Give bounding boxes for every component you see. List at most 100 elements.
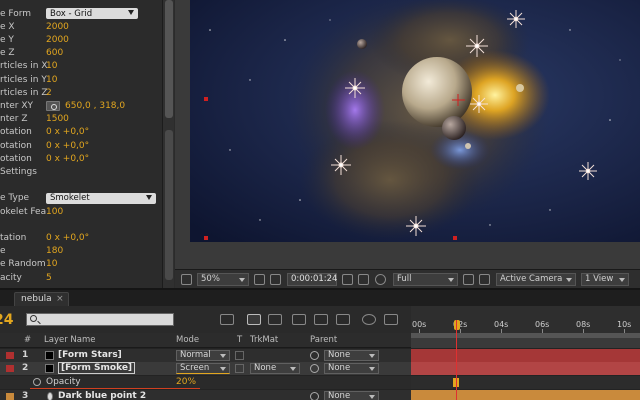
time-ruler[interactable]: 00s 02s 04s 06s 08s 10s — [411, 306, 640, 333]
effect-property-row: rticles in Z2 — [0, 86, 162, 99]
parent-value: None — [328, 391, 351, 400]
camera-select[interactable]: Active Camera — [496, 273, 576, 286]
timeline-layer-row[interactable]: 1 [Form Stars] Normal None — [0, 349, 411, 362]
close-icon[interactable]: × — [56, 293, 64, 306]
effect-property-value[interactable]: 100 — [46, 207, 63, 217]
mask-visibility-icon[interactable] — [270, 274, 281, 285]
transparency-grid-icon[interactable] — [479, 274, 490, 285]
timeline-layer-row[interactable]: 3 Dark blue point 2 None — [0, 390, 411, 400]
effect-property-label: tation — [0, 232, 27, 243]
blend-mode-value: Normal — [180, 350, 211, 360]
safe-zones-icon[interactable] — [254, 274, 265, 285]
layer-name[interactable]: Dark blue point 2 — [58, 391, 146, 400]
blend-mode-select[interactable]: Screen — [176, 363, 230, 374]
effect-property-row — [0, 218, 162, 231]
effect-property-value[interactable]: 600 — [46, 48, 63, 58]
comp-mini-flowchart-icon[interactable] — [220, 314, 234, 325]
chevron-down-icon — [128, 10, 134, 15]
parent-value: None — [328, 350, 351, 360]
resolution-select[interactable]: Full — [393, 273, 458, 286]
solid-layer-icon — [45, 351, 54, 360]
property-row-opacity[interactable]: Opacity 20% — [0, 376, 411, 389]
current-time[interactable]: 24 — [0, 312, 13, 328]
property-value[interactable]: 20% — [176, 377, 196, 387]
timeline-layer-row[interactable]: 2 [Form Smoke] Screen None None — [0, 362, 411, 375]
layer-label-color[interactable] — [6, 365, 14, 372]
effect-controls-scrollbar[interactable] — [162, 0, 174, 288]
scrollbar-thumb[interactable] — [165, 0, 173, 118]
frame-blending-icon[interactable] — [314, 314, 328, 325]
view-layout-select[interactable]: 1 View — [581, 273, 629, 286]
color-channel-icon[interactable] — [375, 274, 386, 285]
blend-mode-select[interactable]: Normal — [176, 350, 230, 361]
show-snapshot-icon[interactable] — [358, 274, 369, 285]
live-update-icon[interactable] — [247, 314, 261, 325]
header-mode: Mode — [176, 335, 200, 345]
effect-property-value[interactable]: 0 x +0,0° — [46, 127, 89, 137]
view-layout-value: 1 View — [585, 274, 614, 284]
stopwatch-icon[interactable] — [33, 378, 41, 386]
effect-property-row: otation 0 x +0,0° — [0, 126, 162, 139]
effect-property-value[interactable]: 2000 — [46, 35, 69, 45]
effect-property-value[interactable]: 180 — [46, 246, 63, 256]
layer-label-color[interactable] — [6, 352, 14, 359]
layer-number: 2 — [22, 363, 29, 373]
playhead-line[interactable] — [456, 320, 457, 400]
layer-duration-bar[interactable] — [411, 390, 640, 400]
effect-property-row: e 180 — [0, 245, 162, 258]
parent-select[interactable]: None — [324, 391, 379, 400]
snapshot-camera-icon[interactable] — [342, 274, 353, 285]
preserve-transparency-checkbox[interactable] — [235, 351, 244, 360]
layer-duration-bar[interactable] — [411, 349, 640, 362]
hide-shy-layers-icon[interactable] — [292, 314, 306, 325]
composition-canvas[interactable] — [190, 0, 640, 242]
layer-name[interactable]: [Form Smoke] — [58, 362, 136, 374]
preserve-transparency-checkbox[interactable] — [235, 364, 244, 373]
playhead-handle[interactable] — [454, 320, 460, 330]
effect-property-value[interactable]: 0 x +0,0° — [46, 233, 89, 243]
scrollbar-track-lower[interactable] — [165, 130, 173, 280]
work-area-bar[interactable] — [411, 333, 640, 348]
parent-select[interactable]: None — [324, 363, 379, 374]
region-of-interest-icon[interactable] — [463, 274, 474, 285]
parent-pickwhip-icon[interactable] — [310, 364, 319, 373]
brainstorm-icon[interactable] — [362, 314, 376, 325]
header-hash: # — [24, 335, 32, 345]
effect-property-value[interactable]: 10 — [46, 259, 57, 269]
parent-pickwhip-icon[interactable] — [310, 392, 319, 400]
effect-property-value[interactable]: 10 — [46, 61, 57, 71]
effect-property-value[interactable]: 0 x +0,0° — [46, 154, 89, 164]
effect-property-label: nter Z — [0, 114, 28, 125]
after-effects-window: e Form Box - Grid e X 2000 e Y 2000 e Z 600 rtic… — [0, 0, 640, 400]
effect-property-value[interactable]: 2000 — [46, 22, 69, 32]
property-keyframe-track[interactable] — [411, 376, 640, 389]
effect-property-select[interactable]: Smokelet — [46, 192, 156, 204]
track-matte-select[interactable]: None — [250, 363, 300, 374]
effect-property-value[interactable]: 5 — [46, 273, 52, 283]
layer-duration-bar[interactable] — [411, 362, 640, 375]
zoom-select[interactable]: 50% — [197, 273, 249, 286]
parent-select[interactable]: None — [324, 350, 379, 361]
chevron-down-icon — [369, 395, 375, 399]
nebula-render — [190, 0, 640, 242]
motion-blur-icon[interactable] — [336, 314, 350, 325]
crosshair-icon[interactable] — [46, 100, 60, 111]
layer-label-color[interactable] — [6, 393, 14, 400]
header-layer-name[interactable]: Layer Name — [44, 335, 95, 345]
effect-property-value[interactable]: 0 x +0,0° — [46, 141, 89, 151]
always-preview-icon[interactable] — [181, 274, 192, 285]
work-area-range[interactable] — [411, 333, 640, 338]
current-time-display[interactable]: 0:00:01:24 — [287, 273, 337, 286]
effect-property-value[interactable]: 650,0 , 318,0 — [65, 101, 125, 111]
effect-property-value[interactable]: 10 — [46, 75, 57, 85]
effect-property-value[interactable]: 2 — [46, 88, 52, 98]
graph-editor-icon[interactable] — [384, 314, 398, 325]
effect-property-value[interactable]: 1500 — [46, 114, 69, 124]
effect-property-select[interactable]: Box - Grid — [46, 8, 138, 19]
tab-nebula[interactable]: nebula × — [14, 292, 69, 306]
layer-name[interactable]: [Form Stars] — [58, 350, 122, 360]
draft-3d-icon[interactable] — [268, 314, 282, 325]
effect-property-label: otation — [0, 153, 32, 164]
layer-search-input[interactable] — [26, 313, 174, 326]
parent-pickwhip-icon[interactable] — [310, 351, 319, 360]
